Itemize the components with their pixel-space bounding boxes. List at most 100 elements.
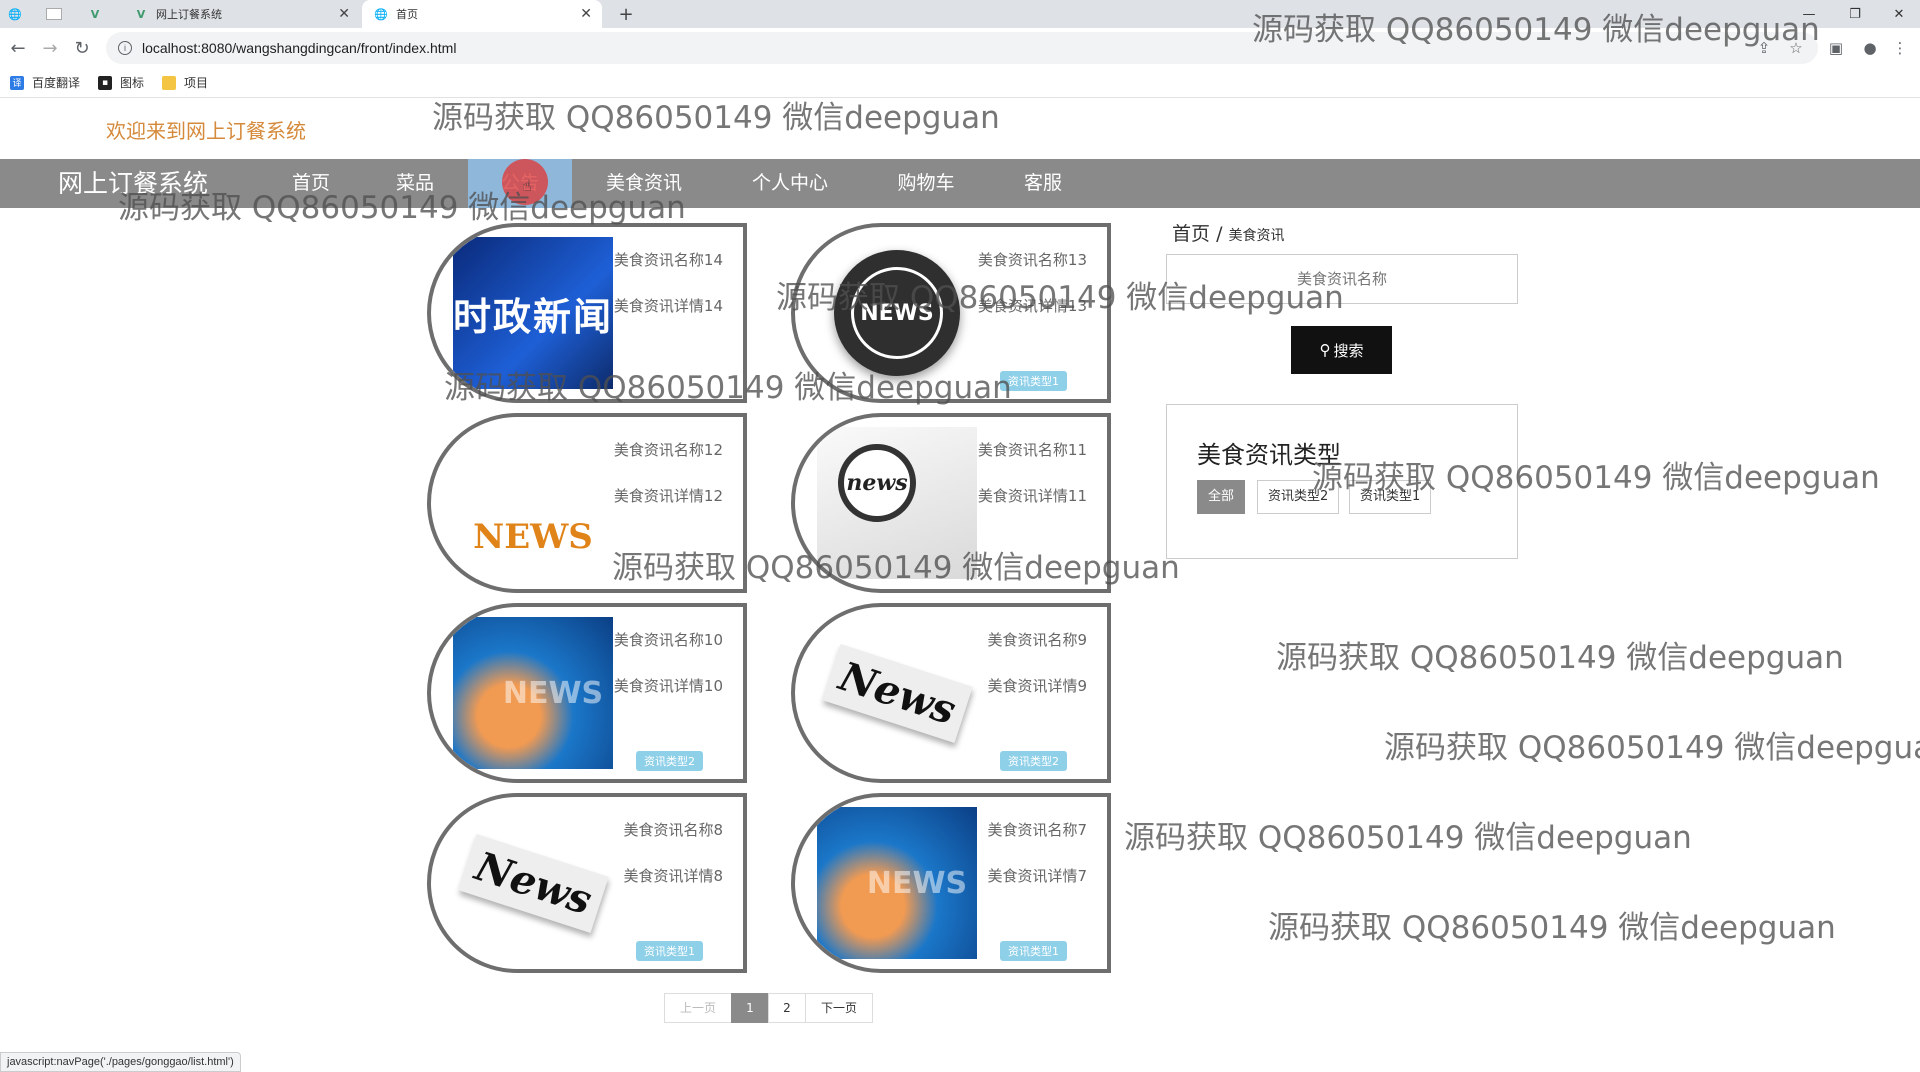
restore-icon[interactable]: ❐ bbox=[1832, 0, 1878, 28]
news-detail: 美食资讯详情7 bbox=[987, 867, 1087, 885]
nav-personal-center[interactable]: 个人中心 bbox=[738, 159, 842, 208]
filter-title: 美食资讯类型 bbox=[1197, 441, 1341, 469]
news-detail: 美食资讯详情9 bbox=[987, 677, 1087, 695]
welcome-text: 欢迎来到网上订餐系统 bbox=[106, 119, 306, 143]
pagination-page[interactable]: 2 bbox=[768, 993, 806, 1023]
news-card[interactable]: 时政新闻 美食资讯名称14 美食资讯详情14 bbox=[427, 223, 747, 403]
nav-home[interactable]: 首页 bbox=[278, 159, 344, 208]
status-bar: javascript:navPage('./pages/gonggao/list… bbox=[0, 1052, 241, 1072]
vue-logo-icon: V bbox=[136, 7, 146, 21]
bookmark-item[interactable]: 项目 bbox=[162, 74, 208, 91]
search-input[interactable] bbox=[1166, 254, 1518, 304]
nav-service[interactable]: 客服 bbox=[1008, 159, 1078, 208]
news-detail: 美食资讯详情8 bbox=[623, 867, 723, 885]
breadcrumb-home[interactable]: 首页 bbox=[1172, 223, 1210, 245]
browser-tab[interactable]: 🌐 bbox=[8, 0, 44, 28]
search-button-label: 搜索 bbox=[1333, 342, 1364, 360]
nav-food-news[interactable]: 美食资讯 bbox=[592, 159, 696, 208]
browser-tab-system[interactable]: V 网上订餐系统 ✕ bbox=[126, 0, 360, 28]
minimize-icon[interactable]: — bbox=[1786, 0, 1832, 28]
breadcrumb-separator: / bbox=[1216, 223, 1223, 245]
vue-logo-icon: V bbox=[90, 7, 100, 21]
folder-icon bbox=[162, 75, 177, 90]
bookmark-label: 百度翻译 bbox=[32, 76, 81, 90]
image-icon: ▪ bbox=[98, 75, 113, 90]
side-panel-icon[interactable]: ▣ bbox=[1824, 36, 1848, 60]
profile-avatar-icon[interactable]: ● bbox=[1858, 36, 1882, 60]
news-name: 美食资讯名称7 bbox=[987, 821, 1087, 839]
pagination-next[interactable]: 下一页 bbox=[805, 993, 873, 1023]
tab-title: 首页 bbox=[396, 8, 418, 21]
type-filter-item[interactable]: 资讯类型1 bbox=[1349, 480, 1432, 514]
bookmark-star-icon[interactable]: ☆ bbox=[1784, 36, 1808, 60]
reload-icon[interactable]: ↻ bbox=[68, 34, 96, 62]
forward-icon[interactable]: → bbox=[36, 34, 64, 62]
news-image-text: News bbox=[457, 833, 609, 933]
news-name: 美食资讯名称11 bbox=[977, 441, 1087, 459]
close-icon[interactable]: ✕ bbox=[580, 6, 592, 22]
nav-cart[interactable]: 购物车 bbox=[884, 159, 968, 208]
news-detail: 美食资讯详情12 bbox=[613, 487, 723, 505]
close-window-icon[interactable]: ✕ bbox=[1876, 0, 1920, 28]
news-detail: 美食资讯详情11 bbox=[977, 487, 1087, 505]
brand-title: 网上订餐系统 bbox=[58, 169, 209, 198]
news-card[interactable]: NEWS 美食资讯名称10 美食资讯详情10 资讯类型2 bbox=[427, 603, 747, 783]
news-name: 美食资讯名称12 bbox=[613, 441, 723, 459]
bookmark-item[interactable]: 译 百度翻译 bbox=[10, 74, 80, 91]
news-thumbnail: News bbox=[817, 617, 977, 769]
translate-icon: 译 bbox=[10, 75, 24, 90]
menu-kebab-icon[interactable]: ⋮ bbox=[1888, 36, 1912, 60]
news-type-badge: 资讯类型2 bbox=[636, 751, 703, 771]
magnifier-icon: news bbox=[838, 444, 916, 522]
news-thumbnail: news bbox=[817, 427, 977, 579]
nav-dishes[interactable]: 菜品 bbox=[382, 159, 448, 208]
news-thumbnail: NEWS bbox=[817, 807, 977, 959]
news-card[interactable]: News 美食资讯名称9 美食资讯详情9 资讯类型2 bbox=[791, 603, 1111, 783]
browser-tab-strip: 🌐 V V 网上订餐系统 ✕ 🌐 首页 ✕ + — ❐ ✕ bbox=[0, 0, 1920, 28]
news-detail: 美食资讯详情14 bbox=[613, 297, 723, 315]
type-filter-item[interactable]: 资讯类型2 bbox=[1257, 480, 1340, 514]
globe-news-icon: NEWS bbox=[834, 250, 960, 376]
news-image-text: news bbox=[846, 470, 908, 496]
breadcrumb: 首页 / 美食资讯 bbox=[1172, 219, 1285, 246]
news-thumbnail: NEWS bbox=[453, 617, 613, 769]
news-name: 美食资讯名称13 bbox=[977, 251, 1087, 269]
bookmark-item[interactable]: ▪ 图标 bbox=[98, 74, 144, 91]
bookmark-label: 图标 bbox=[120, 76, 145, 90]
news-card[interactable]: NEWS 美食资讯名称7 美食资讯详情7 资讯类型1 bbox=[791, 793, 1111, 973]
bookmarks-bar: 译 百度翻译 ▪ 图标 项目 bbox=[0, 68, 1920, 98]
news-card[interactable]: news 美食资讯名称11 美食资讯详情11 bbox=[791, 413, 1111, 593]
news-name: 美食资讯名称14 bbox=[613, 251, 723, 269]
page-content: 欢迎来到网上订餐系统 网上订餐系统 首页 菜品 公告 美食资讯 个人中心 购物车… bbox=[0, 99, 1920, 1072]
news-thumbnail: NEWS bbox=[453, 427, 613, 579]
type-filter-all[interactable]: 全部 bbox=[1197, 480, 1246, 514]
back-icon[interactable]: ← bbox=[4, 34, 32, 62]
news-card[interactable]: NEWS 美食资讯名称12 美食资讯详情12 bbox=[427, 413, 747, 593]
nav-notice[interactable]: 公告 bbox=[468, 159, 572, 208]
browser-toolbar: ← → ↻ i localhost:8080/wangshangdingcan/… bbox=[0, 28, 1920, 68]
bookmark-label: 项目 bbox=[184, 76, 209, 90]
news-card[interactable]: News 美食资讯名称8 美食资讯详情8 资讯类型1 bbox=[427, 793, 747, 973]
pagination-prev[interactable]: 上一页 bbox=[664, 993, 732, 1023]
news-image-text: NEWS bbox=[866, 865, 968, 901]
share-icon[interactable]: ⇪ bbox=[1752, 36, 1776, 60]
search-icon: ⚲ bbox=[1319, 342, 1331, 359]
news-type-filter: 美食资讯类型 全部 资讯类型2 资讯类型1 bbox=[1166, 404, 1518, 559]
news-card[interactable]: NEWS 美食资讯名称13 美食资讯详情13 资讯类型1 bbox=[791, 223, 1111, 403]
browser-tab-home[interactable]: 🌐 首页 ✕ bbox=[362, 0, 602, 28]
browser-tab[interactable]: V bbox=[88, 0, 124, 28]
address-bar[interactable]: i localhost:8080/wangshangdingcan/front/… bbox=[106, 32, 1818, 64]
search-button[interactable]: ⚲ 搜索 bbox=[1291, 326, 1392, 374]
news-type-badge: 资讯类型2 bbox=[1000, 751, 1067, 771]
news-type-badge: 资讯类型1 bbox=[1000, 371, 1067, 391]
news-thumbnail: 时政新闻 bbox=[453, 237, 613, 389]
close-icon[interactable]: ✕ bbox=[338, 6, 350, 22]
tab-title: 网上订餐系统 bbox=[156, 8, 222, 21]
site-info-icon[interactable]: i bbox=[118, 41, 132, 55]
browser-tab[interactable] bbox=[46, 0, 82, 28]
news-image-text: 时政新闻 bbox=[453, 294, 613, 339]
new-tab-button[interactable]: + bbox=[614, 0, 638, 28]
main-navbar: 网上订餐系统 首页 菜品 公告 美食资讯 个人中心 购物车 客服 bbox=[0, 159, 1920, 208]
pagination-page[interactable]: 1 bbox=[731, 993, 769, 1023]
news-image-text: NEWS bbox=[473, 517, 593, 557]
